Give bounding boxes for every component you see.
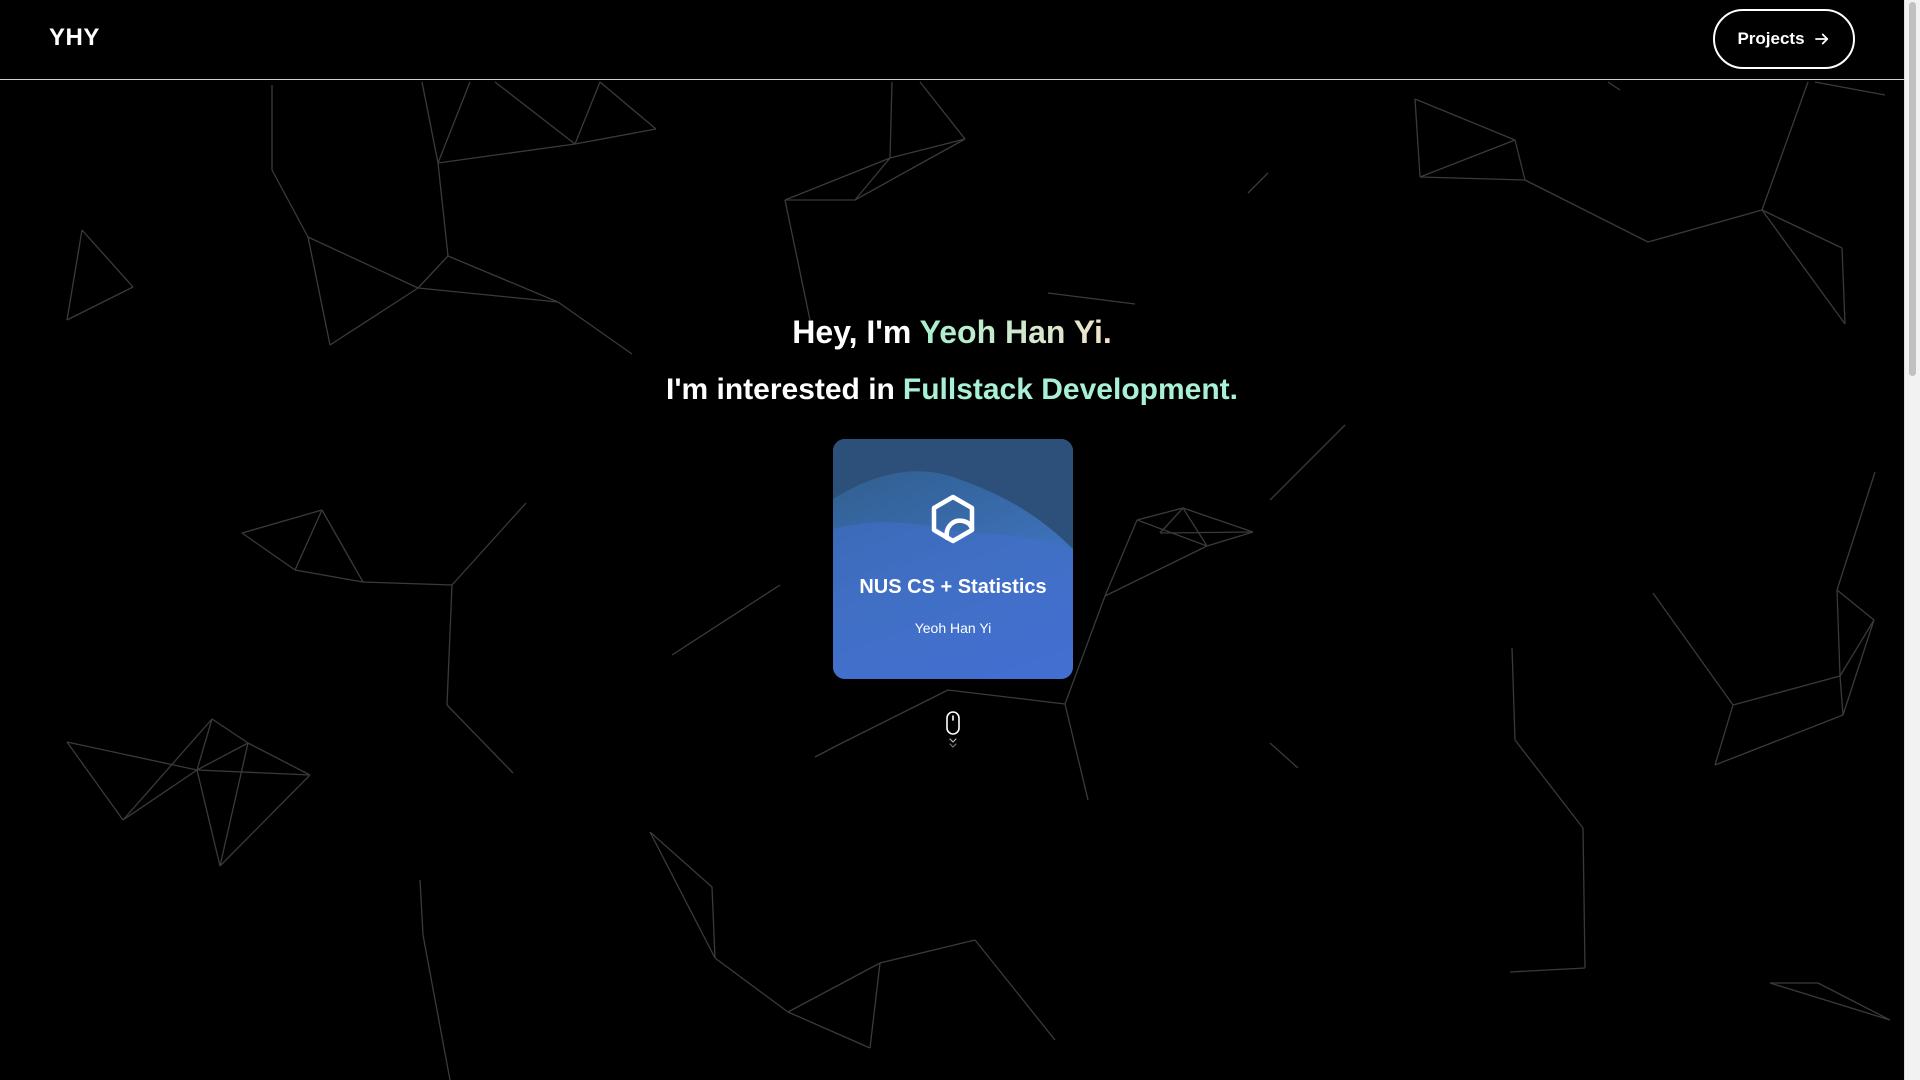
card-title: NUS CS + Statistics	[859, 576, 1047, 598]
hero-name: Yeoh Han Yi.	[919, 314, 1112, 350]
hexagon-logo-icon	[931, 494, 975, 544]
top-navbar: YHY Projects	[0, 0, 1904, 80]
greeting-prefix: Hey, I'm	[792, 314, 920, 350]
interest-heading: I'm interested in Fullstack Development.	[0, 373, 1904, 407]
greeting-heading: Hey, I'm Yeoh Han Yi.	[0, 314, 1904, 351]
arrow-right-icon	[1814, 33, 1828, 45]
interest-text: Fullstack Development.	[902, 373, 1238, 406]
page-scrollbar[interactable]	[1904, 0, 1920, 1080]
site-logo[interactable]: YHY	[49, 24, 100, 52]
projects-button-label: Projects	[1737, 29, 1805, 48]
hero-section: Hey, I'm Yeoh Han Yi. I'm interested in F…	[0, 0, 1904, 1080]
card-wave-background	[833, 439, 1073, 679]
interest-prefix: I'm interested in	[666, 373, 895, 406]
card-subtitle: Yeoh Han Yi	[914, 620, 992, 636]
page: YHY Projects Hey, I'm Yeoh Han Yi. I'm i…	[0, 0, 1920, 1080]
mouse-scroll-icon[interactable]	[943, 711, 963, 753]
projects-button[interactable]: Projects	[1713, 9, 1855, 69]
scrollbar-thumb[interactable]	[1909, 2, 1916, 376]
profile-card[interactable]: NUS CS + Statistics Yeoh Han Yi	[833, 439, 1073, 679]
